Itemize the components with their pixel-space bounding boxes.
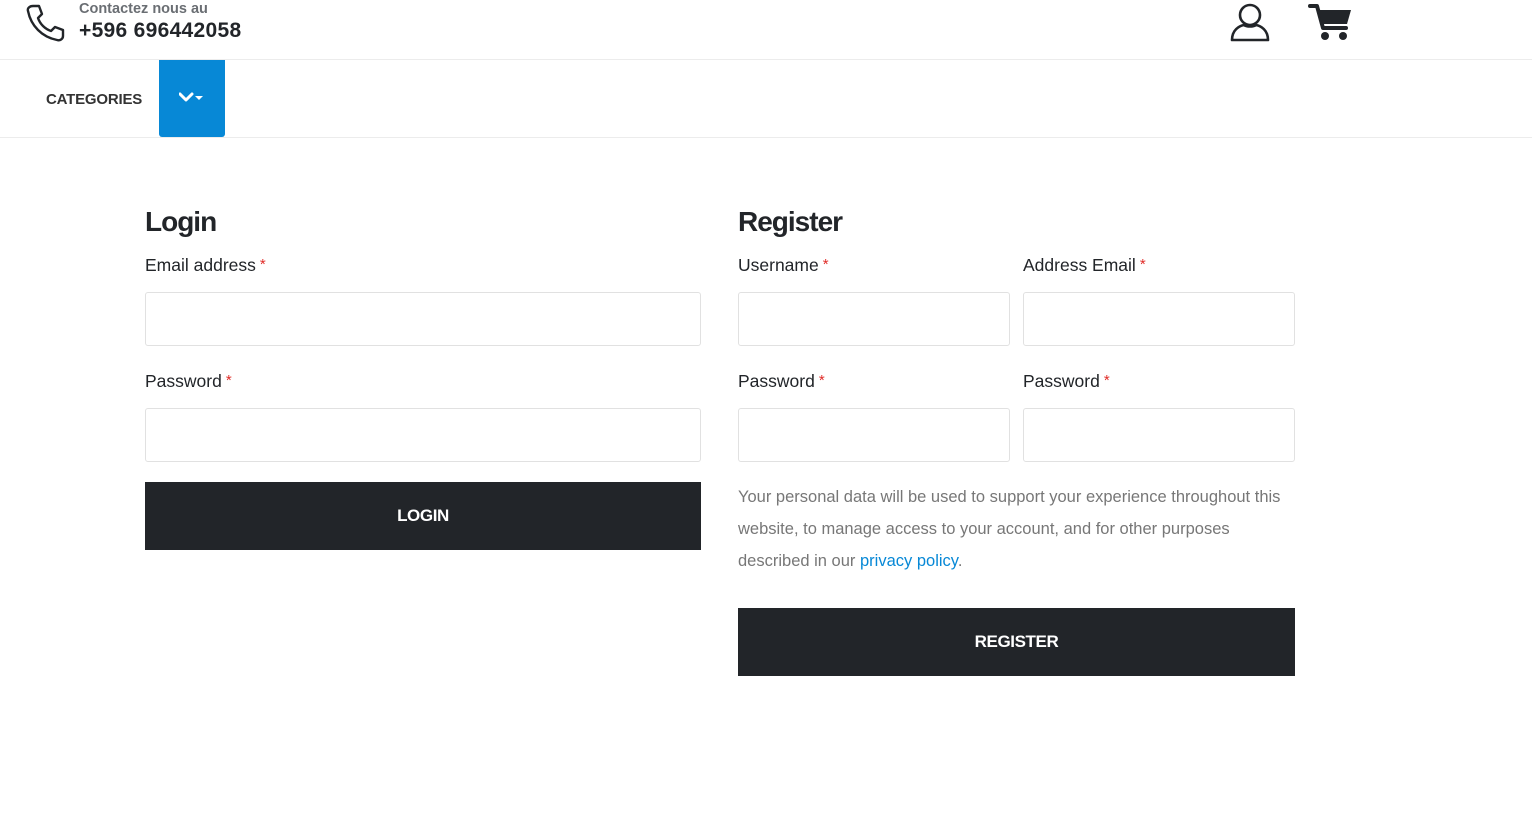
top-header: Contactez nous au +596 696442058 (0, 0, 1532, 60)
login-password-field[interactable] (145, 408, 701, 462)
nav-bar: CATEGORIES (0, 60, 1532, 138)
register-password-label: Password * (738, 371, 825, 391)
contact-block: Contactez nous au +596 696442058 (79, 1, 241, 44)
required-mark: * (1139, 256, 1146, 273)
login-button[interactable]: LOGIN (145, 482, 701, 550)
register-username-field[interactable] (738, 292, 1010, 346)
register-password-field[interactable] (738, 408, 1010, 462)
register-password-confirm-field[interactable] (1023, 408, 1295, 462)
contact-label: Contactez nous au (79, 1, 208, 17)
user-icon[interactable] (1229, 2, 1271, 42)
register-username-label: Username * (738, 255, 829, 275)
register-email-label: Address Email * (1023, 255, 1146, 275)
login-email-label: Email address * (145, 255, 266, 275)
required-mark: * (259, 256, 266, 273)
chevron-down-icon (179, 92, 203, 102)
register-button[interactable]: REGISTER (738, 608, 1295, 676)
required-mark: * (225, 372, 232, 389)
login-email-field[interactable] (145, 292, 701, 346)
categories-toggle-button[interactable] (159, 60, 225, 137)
required-mark: * (822, 256, 829, 273)
register-password-confirm-label: Password * (1023, 371, 1110, 391)
register-title: Register (738, 206, 843, 237)
privacy-policy-link[interactable]: privacy policy (860, 552, 958, 570)
categories-label[interactable]: CATEGORIES (46, 91, 142, 108)
privacy-notice: Your personal data will be used to suppo… (738, 488, 1281, 570)
login-title: Login (145, 206, 217, 237)
cart-icon[interactable] (1308, 2, 1354, 42)
phone-icon (26, 4, 65, 42)
contact-number[interactable]: +596 696442058 (79, 18, 241, 44)
register-email-field[interactable] (1023, 292, 1295, 346)
required-mark: * (1103, 372, 1110, 389)
login-password-label: Password * (145, 371, 232, 391)
required-mark: * (818, 372, 825, 389)
